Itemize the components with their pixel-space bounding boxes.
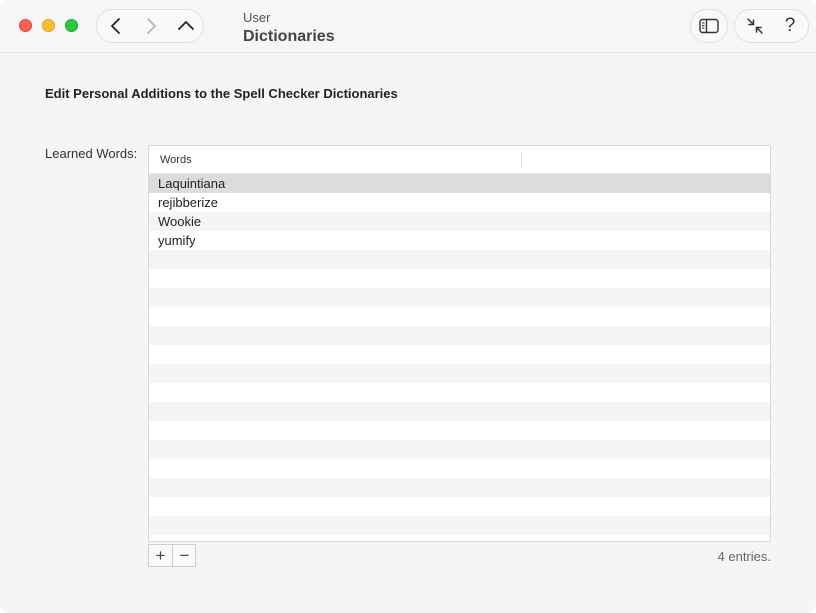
table-row[interactable]: yumify xyxy=(149,231,770,250)
table-row[interactable]: Laquintiana xyxy=(149,174,770,193)
add-word-button[interactable]: + xyxy=(149,545,173,566)
column-divider[interactable] xyxy=(521,152,522,168)
empty-table-row xyxy=(149,478,770,497)
table-row[interactable]: rejibberize xyxy=(149,193,770,212)
back-button[interactable] xyxy=(99,10,133,42)
chevron-right-icon xyxy=(147,18,156,34)
remove-word-button[interactable]: − xyxy=(173,545,196,566)
window-title-main: Dictionaries xyxy=(243,28,335,45)
entries-count: 4 entries. xyxy=(717,549,771,564)
empty-table-row xyxy=(149,516,770,535)
zoom-window-button[interactable] xyxy=(65,19,78,32)
empty-table-row xyxy=(149,383,770,402)
add-remove-group: + − xyxy=(148,544,196,567)
sidebar-icon xyxy=(699,18,719,34)
empty-table-row xyxy=(149,326,770,345)
window-actions-group: ? xyxy=(734,9,809,43)
empty-table-row xyxy=(149,402,770,421)
window-subtitle: User xyxy=(243,10,271,25)
learned-words-table[interactable]: Words Laquintiana rejibberize Wookie yumify xyxy=(148,145,771,542)
empty-table-row xyxy=(149,345,770,364)
forward-button[interactable] xyxy=(134,10,168,42)
empty-table-row xyxy=(149,440,770,459)
empty-table-row xyxy=(149,269,770,288)
empty-table-row xyxy=(149,250,770,269)
titlebar: User Dictionaries ? xyxy=(0,0,816,53)
chevron-up-icon xyxy=(178,21,194,30)
empty-table-row xyxy=(149,307,770,326)
window-title: User Dictionaries xyxy=(243,10,335,47)
empty-table-row xyxy=(149,364,770,383)
help-button[interactable]: ? xyxy=(775,10,805,42)
chevron-left-icon xyxy=(111,18,120,34)
sidebar-toggle-button[interactable] xyxy=(690,9,728,43)
table-header: Words xyxy=(149,146,770,174)
empty-table-row xyxy=(149,288,770,307)
table-row[interactable]: Wookie xyxy=(149,212,770,231)
close-window-button[interactable] xyxy=(19,19,32,32)
collapse-arrows-icon xyxy=(747,18,763,34)
navigation-group xyxy=(96,9,204,43)
collapse-button[interactable] xyxy=(739,10,771,42)
minimize-window-button[interactable] xyxy=(42,19,55,32)
empty-table-row xyxy=(149,497,770,516)
learned-words-label: Learned Words: xyxy=(45,146,138,161)
up-button[interactable] xyxy=(169,10,203,42)
section-heading: Edit Personal Additions to the Spell Che… xyxy=(45,86,398,101)
empty-table-row xyxy=(149,459,770,478)
empty-table-row xyxy=(149,421,770,440)
preferences-window: User Dictionaries ? Edit Personal Additi… xyxy=(0,0,816,613)
column-header-words[interactable]: Words xyxy=(160,154,192,166)
table-rows: Laquintiana rejibberize Wookie yumify xyxy=(149,174,770,535)
